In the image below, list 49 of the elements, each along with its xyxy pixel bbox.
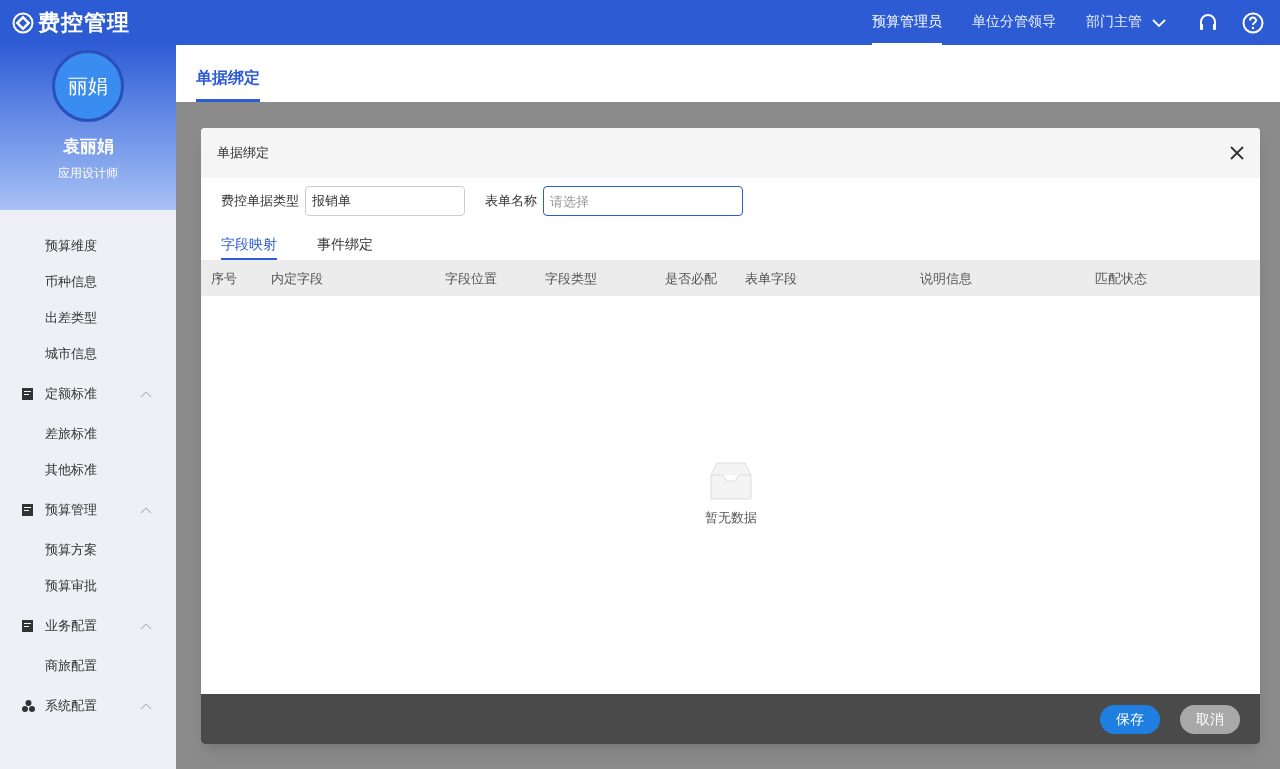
menu-item[interactable]: 出差类型 — [0, 300, 176, 336]
menu-group-label: 预算管理 — [45, 501, 98, 520]
role-tab[interactable]: 单位分管领导 — [972, 0, 1056, 45]
menu-item[interactable]: 预算审批 — [0, 568, 176, 604]
empty-text: 暂无数据 — [704, 509, 757, 528]
tab[interactable]: 事件绑定 — [317, 230, 373, 260]
user-role: 应用设计师 — [58, 164, 118, 182]
document-icon — [22, 504, 33, 516]
document-icon — [22, 620, 33, 632]
menu-group[interactable]: 系统配置 — [0, 684, 176, 728]
menu-item[interactable]: 其他标准 — [0, 452, 176, 488]
column-header: 序号 — [211, 271, 237, 286]
menu-item[interactable]: 预算方案 — [0, 532, 176, 568]
input-field[interactable]: 请选择 — [543, 186, 743, 216]
help-icon[interactable] — [1242, 11, 1264, 34]
menu-item[interactable]: 商旅配置 — [0, 648, 176, 684]
column-header: 内定字段 — [271, 271, 323, 286]
app-title: 费控管理 — [38, 9, 131, 37]
headset-icon[interactable] — [1198, 12, 1218, 33]
input-field[interactable]: 报销单 — [305, 186, 465, 216]
cluster-icon — [22, 700, 35, 712]
chevron-down-icon[interactable] — [1152, 17, 1166, 28]
role-tab[interactable]: 部门主管 — [1086, 0, 1142, 45]
menu-item[interactable]: 币种信息 — [0, 264, 176, 300]
field-label: 表单名称 — [485, 192, 537, 211]
menu-group[interactable]: 业务配置 — [0, 604, 176, 648]
avatar: 丽娟 — [52, 50, 124, 122]
column-header: 字段类型 — [545, 271, 597, 286]
menu-item[interactable]: 差旅标准 — [0, 416, 176, 452]
document-icon — [22, 388, 33, 400]
menu-group[interactable]: 定额标准 — [0, 372, 176, 416]
logo-icon — [12, 11, 34, 34]
column-header: 匹配状态 — [1095, 271, 1147, 286]
empty-box-icon — [708, 462, 753, 501]
menu-item[interactable]: 预算维度 — [0, 228, 176, 264]
modal-title: 单据绑定 — [217, 144, 270, 163]
save-button[interactable]: 保存 — [1100, 704, 1160, 734]
menu-item[interactable]: 城市信息 — [0, 336, 176, 372]
menu-group-label: 定额标准 — [45, 385, 98, 404]
column-header: 是否必配 — [665, 271, 717, 286]
field-label: 费控单据类型 — [221, 192, 299, 211]
column-header: 说明信息 — [920, 271, 972, 286]
column-header: 字段位置 — [445, 271, 497, 286]
close-icon[interactable] — [1230, 146, 1244, 160]
menu-group-label: 业务配置 — [45, 617, 98, 636]
column-header: 表单字段 — [745, 271, 797, 286]
user-name: 袁丽娟 — [62, 136, 114, 158]
menu-group[interactable]: 预算管理 — [0, 488, 176, 532]
menu-group-label: 系统配置 — [45, 697, 98, 716]
